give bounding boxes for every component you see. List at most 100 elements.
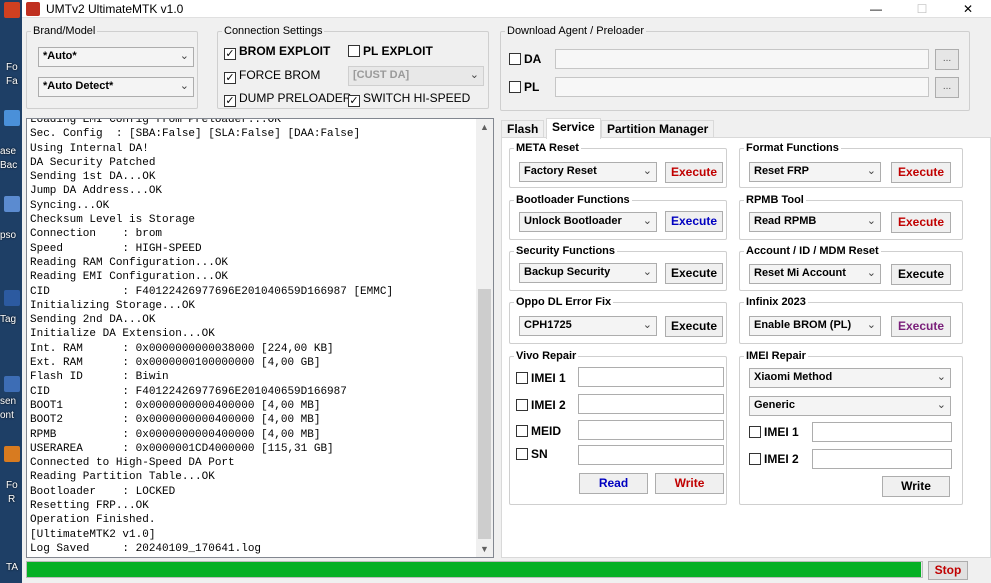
format-functions-select[interactable]: Reset FRP ⌄	[749, 162, 881, 182]
checkbox-unchecked-icon	[749, 426, 761, 438]
meta-reset-value: Factory Reset	[524, 165, 597, 177]
pl-browse-button[interactable]: ...	[935, 77, 959, 98]
vivo-write-button[interactable]: Write	[655, 473, 724, 494]
log-line: Checksum Level is Storage	[30, 214, 196, 227]
infinix-select[interactable]: Enable BROM (PL) ⌄	[749, 316, 881, 336]
oppo-dl-select[interactable]: CPH1725 ⌄	[519, 316, 657, 336]
imei-method-value: Xiaomi Method	[754, 371, 833, 383]
switch-highspeed-label: SWITCH HI-SPEED	[363, 91, 471, 105]
tab-partition-manager[interactable]: Partition Manager	[601, 120, 715, 138]
chevron-down-icon: ⌄	[866, 319, 876, 331]
imei-repair-imei1-label: IMEI 1	[764, 425, 799, 439]
desktop-label: ont	[0, 410, 14, 421]
imei-method-select[interactable]: Xiaomi Method ⌄	[749, 368, 951, 388]
desktop-file-icon[interactable]	[4, 196, 20, 212]
checkbox-unchecked-icon	[516, 399, 528, 411]
chevron-down-icon: ⌄	[642, 215, 652, 227]
imei-repair-imei1-checkbox[interactable]: IMEI 1	[749, 425, 799, 439]
vivo-meid-input[interactable]	[578, 420, 724, 440]
dump-preloader-checkbox[interactable]: ✓ DUMP PRELOADER	[224, 91, 351, 107]
rpmb-tool-value: Read RPMB	[754, 215, 817, 227]
meta-reset-select[interactable]: Factory Reset ⌄	[519, 162, 657, 182]
scroll-down-icon[interactable]: ▼	[476, 541, 493, 557]
switch-highspeed-checkbox[interactable]: ✓ SWITCH HI-SPEED	[348, 91, 470, 107]
da-browse-button[interactable]: ...	[935, 49, 959, 70]
brand-select[interactable]: *Auto* ⌄	[38, 47, 194, 67]
vivo-repair-legend: Vivo Repair	[516, 350, 577, 362]
imei-repair-imei2-input[interactable]	[812, 449, 952, 469]
vivo-imei1-checkbox[interactable]: IMEI 1	[516, 371, 566, 385]
infinix-execute-button[interactable]: Execute	[891, 316, 951, 337]
da-checkbox[interactable]: DA	[509, 52, 541, 66]
download-agent-legend: Download Agent / Preloader	[507, 25, 644, 37]
vivo-imei2-checkbox[interactable]: IMEI 2	[516, 398, 566, 412]
rpmb-tool-legend: RPMB Tool	[746, 194, 804, 206]
rpmb-tool-execute-button[interactable]: Execute	[891, 212, 951, 233]
security-functions-select[interactable]: Backup Security ⌄	[519, 263, 657, 283]
vivo-sn-input[interactable]	[578, 445, 724, 465]
format-functions-execute-button[interactable]: Execute	[891, 162, 951, 183]
stop-button[interactable]: Stop	[928, 561, 968, 580]
checkbox-unchecked-icon	[516, 425, 528, 437]
imei-repair-imei1-input[interactable]	[812, 422, 952, 442]
desktop-strip: Fo Fa ase Bac pso Tag sen ont Fo R TA	[0, 0, 22, 583]
pl-path-field[interactable]	[555, 77, 929, 97]
desktop-app-icon[interactable]	[4, 446, 20, 462]
oppo-dl-execute-button[interactable]: Execute	[665, 316, 723, 337]
scroll-thumb[interactable]	[478, 289, 491, 539]
window-title: UMTv2 UltimateMTK v1.0	[46, 2, 184, 16]
close-button[interactable]: ✕	[945, 0, 991, 18]
meta-reset-execute-button[interactable]: Execute	[665, 162, 723, 183]
checkbox-unchecked-icon	[509, 53, 521, 65]
meta-reset-legend: META Reset	[516, 142, 579, 154]
pl-exploit-checkbox[interactable]: PL EXPLOIT	[348, 44, 433, 58]
imei-type-select[interactable]: Generic ⌄	[749, 396, 951, 416]
log-line: Flash ID : Biwin	[30, 371, 169, 384]
account-reset-legend: Account / ID / MDM Reset	[746, 245, 879, 257]
desktop-file-icon[interactable]	[4, 376, 20, 392]
log-line: BOOT1 : 0x0000000000400000 [4,00 MB]	[30, 399, 321, 412]
scroll-up-icon[interactable]: ▲	[476, 119, 493, 135]
pl-checkbox[interactable]: PL	[509, 80, 539, 94]
cust-da-select[interactable]: [CUST DA] ⌄	[348, 66, 484, 86]
model-select[interactable]: *Auto Detect* ⌄	[38, 77, 194, 97]
tab-service[interactable]: Service	[546, 118, 601, 139]
format-functions-legend: Format Functions	[746, 142, 839, 154]
vivo-read-button[interactable]: Read	[579, 473, 648, 494]
title-bar: UMTv2 UltimateMTK v1.0 — ☐ ✕	[22, 0, 991, 18]
bootloader-functions-value: Unlock Bootloader	[524, 215, 622, 227]
bootloader-functions-select[interactable]: Unlock Bootloader ⌄	[519, 212, 657, 232]
maximize-button[interactable]: ☐	[899, 0, 945, 18]
vivo-sn-checkbox[interactable]: SN	[516, 447, 548, 461]
account-reset-execute-button[interactable]: Execute	[891, 264, 951, 285]
cust-da-value: [CUST DA]	[353, 69, 410, 81]
security-execute-button[interactable]: Execute	[665, 263, 723, 284]
vivo-imei1-label: IMEI 1	[531, 371, 566, 385]
log-line: Resetting FRP...OK	[30, 500, 149, 513]
log-line: [UltimateMTK2 v1.0]	[30, 528, 156, 541]
tab-flash[interactable]: Flash	[501, 120, 545, 138]
desktop-app-icon[interactable]	[4, 2, 20, 18]
force-brom-checkbox[interactable]: ✓ FORCE BROM	[224, 68, 320, 84]
vivo-imei2-input[interactable]	[578, 394, 724, 414]
model-value: *Auto Detect*	[43, 80, 114, 92]
log-line: USERAREA : 0x0000001CD4000000 [115,31 GB…	[30, 442, 334, 455]
account-reset-select[interactable]: Reset Mi Account ⌄	[749, 264, 881, 284]
imei-repair-imei2-checkbox[interactable]: IMEI 2	[749, 452, 799, 466]
log-scrollbar[interactable]: ▲ ▼	[476, 119, 493, 557]
desktop-file-icon[interactable]	[4, 290, 20, 306]
imei-repair-write-button[interactable]: Write	[882, 476, 950, 497]
vivo-meid-checkbox[interactable]: MEID	[516, 424, 561, 438]
desktop-label: Bac	[0, 160, 18, 171]
brom-exploit-checkbox[interactable]: ✓ BROM EXPLOIT	[224, 44, 330, 60]
da-path-field[interactable]	[555, 49, 929, 69]
vivo-sn-label: SN	[531, 447, 548, 461]
main-window: UMTv2 UltimateMTK v1.0 — ☐ ✕ Brand/Model…	[22, 0, 991, 583]
minimize-button[interactable]: —	[853, 0, 899, 18]
checkbox-unchecked-icon	[516, 372, 528, 384]
log-output[interactable]: Loading EMI Config from Preloader...OK Se…	[26, 118, 494, 558]
vivo-imei1-input[interactable]	[578, 367, 724, 387]
desktop-file-icon[interactable]	[4, 110, 20, 126]
bootloader-execute-button[interactable]: Execute	[665, 211, 723, 232]
rpmb-tool-select[interactable]: Read RPMB ⌄	[749, 212, 881, 232]
